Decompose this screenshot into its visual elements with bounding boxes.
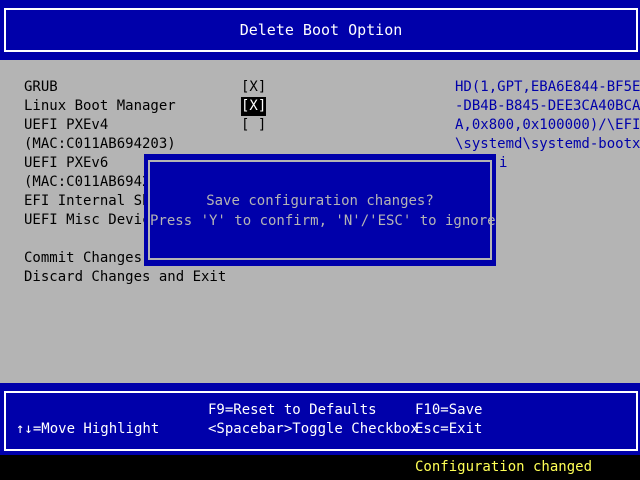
- dialog-message: Save configuration changes?: [206, 193, 434, 209]
- save-confirm-dialog[interactable]: Save configuration changes? Press 'Y' to…: [144, 154, 505, 266]
- help-frame: F9=Reset to Defaults F10=Save ↑↓=Move Hi…: [4, 391, 638, 451]
- boot-option-efi-internal-shell[interactable]: EFI Internal Sh: [24, 192, 150, 211]
- help-bar: F9=Reset to Defaults F10=Save ↑↓=Move Hi…: [0, 383, 640, 455]
- device-path-line: A,0x800,0x100000)/\EFI: [455, 117, 640, 133]
- checkbox-uefi-pxev4[interactable]: [ ]: [241, 116, 266, 135]
- status-bar: Configuration changed: [0, 455, 640, 480]
- boot-option-pxev4-mac: (MAC:C011AB694203): [24, 136, 176, 152]
- page-title: Delete Boot Option: [239, 21, 403, 39]
- dialog-instructions: Press 'Y' to confirm, 'N'/'ESC' to ignor…: [150, 213, 505, 229]
- help-move-highlight: ↑↓=Move Highlight: [16, 421, 160, 437]
- help-toggle-checkbox: <Spacebar>Toggle Checkbox: [208, 421, 419, 437]
- bios-screen: Delete Boot Option GRUB [X] Linux Boot M…: [0, 0, 640, 480]
- help-save: F10=Save: [415, 402, 483, 418]
- device-path-line: \systemd\systemd-bootx: [455, 136, 640, 152]
- title-bar: Delete Boot Option: [0, 0, 640, 60]
- device-path-line: HD(1,GPT,EBA6E844-BF5E: [455, 79, 640, 95]
- boot-option-grub[interactable]: GRUB: [24, 78, 58, 97]
- boot-option-uefi-misc-device[interactable]: UEFI Misc Devic: [24, 211, 150, 230]
- checkbox-linux-boot-manager[interactable]: [X]: [241, 97, 267, 116]
- status-text: Configuration changed: [415, 459, 593, 475]
- commit-changes-item[interactable]: Commit Changes: [24, 249, 142, 268]
- checkbox-grub[interactable]: [X]: [241, 78, 266, 97]
- boot-option-uefi-pxev6[interactable]: UEFI PXEv6: [24, 154, 108, 173]
- help-exit: Esc=Exit: [415, 421, 483, 437]
- title-frame: Delete Boot Option: [4, 8, 638, 52]
- device-path-line: -DB4B-B845-DEE3CA40BCA: [455, 98, 640, 114]
- help-reset-defaults: F9=Reset to Defaults: [208, 402, 377, 418]
- discard-changes-exit-item[interactable]: Discard Changes and Exit: [24, 268, 226, 287]
- dialog-frame: Save configuration changes? Press 'Y' to…: [148, 160, 505, 260]
- boot-option-uefi-pxev4[interactable]: UEFI PXEv4: [24, 116, 108, 135]
- boot-option-linux-boot-manager[interactable]: Linux Boot Manager: [24, 97, 176, 116]
- boot-option-pxev6-mac: (MAC:C011AB6942: [24, 174, 151, 190]
